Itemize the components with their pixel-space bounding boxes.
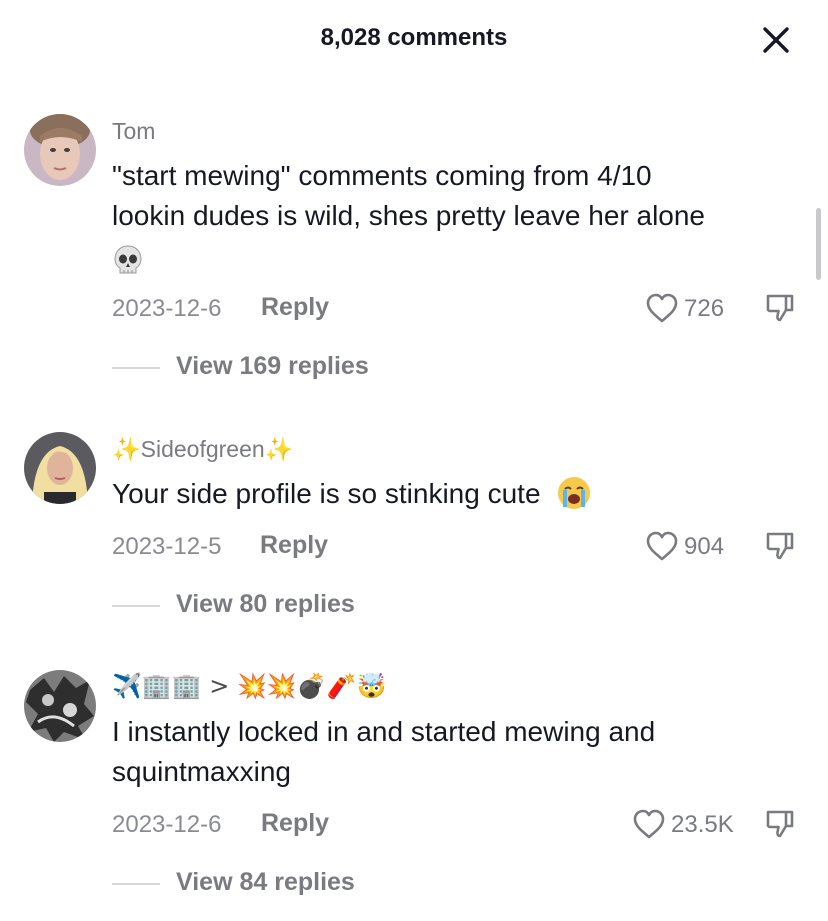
thumbs-down-icon [766,294,794,322]
thumbs-down-icon [766,810,794,838]
avatar[interactable] [24,670,96,742]
loudly-crying-face-icon [558,476,591,509]
comment-text: I instantly locked in and started mewing… [112,712,802,792]
reply-button[interactable]: Reply [261,809,329,838]
comments-count-title: 8,028 comments [320,24,508,51]
dislike-button[interactable] [764,808,796,840]
comment-text-line: squintmaxxing [112,756,291,787]
view-replies-button[interactable]: View 84 replies [112,868,412,898]
like-button[interactable] [645,530,679,562]
divider-line [112,605,160,607]
reply-button[interactable]: Reply [260,531,328,560]
view-replies-label: View 169 replies [176,352,369,380]
comment-text: "start mewing" comments coming from 4/10… [112,156,802,276]
heart-outline-icon [646,293,678,323]
heart-outline-icon [633,809,665,839]
view-replies-label: View 80 replies [176,590,355,618]
comments-header: 8,028 comments [0,0,828,82]
scrollbar[interactable] [816,208,821,280]
like-count: 726 [684,295,725,322]
comment-username[interactable]: ✨Sideofgreen✨ [112,436,293,463]
comment-text: Your side profile is so stinking cute [112,474,802,514]
avatar[interactable] [24,432,96,504]
close-button[interactable] [758,22,794,58]
thumbs-down-icon [766,532,794,560]
view-replies-button[interactable]: View 80 replies [112,590,412,620]
comment-username[interactable]: ✈️🏢🏢 > 💥💥💣🧨🤯 [112,672,386,700]
username-emoji-text: ✈️🏢🏢 > 💥💥💣🧨🤯 [112,672,387,700]
divider-line [112,367,160,369]
dislike-button[interactable] [764,530,796,562]
comment-text-line: "start mewing" comments coming from 4/10 [112,160,652,191]
avatar[interactable] [24,114,96,186]
comment-text-line: lookin dudes is wild, shes pretty leave … [112,200,706,231]
like-button[interactable] [632,808,666,840]
like-button[interactable] [645,292,679,324]
comment-username[interactable]: Tom [112,118,155,145]
comment-text-line: I instantly locked in and started mewing… [112,716,656,747]
reply-button[interactable]: Reply [261,293,329,322]
sparkles-icon: ✨ [112,437,141,463]
dislike-button[interactable] [764,292,796,324]
sparkles-icon: ✨ [264,437,294,463]
heart-outline-icon [646,531,678,561]
view-replies-label: View 84 replies [176,868,355,896]
like-count: 23.5K [671,811,734,838]
like-count: 904 [684,533,725,560]
comment-date: 2023-12-6 [112,811,222,838]
comment-date: 2023-12-5 [112,533,222,560]
skull-emoji-icon [112,236,802,276]
view-replies-button[interactable]: View 169 replies [112,352,412,382]
close-icon [763,27,789,53]
divider-line [112,883,160,885]
comment-date: 2023-12-6 [112,295,222,322]
